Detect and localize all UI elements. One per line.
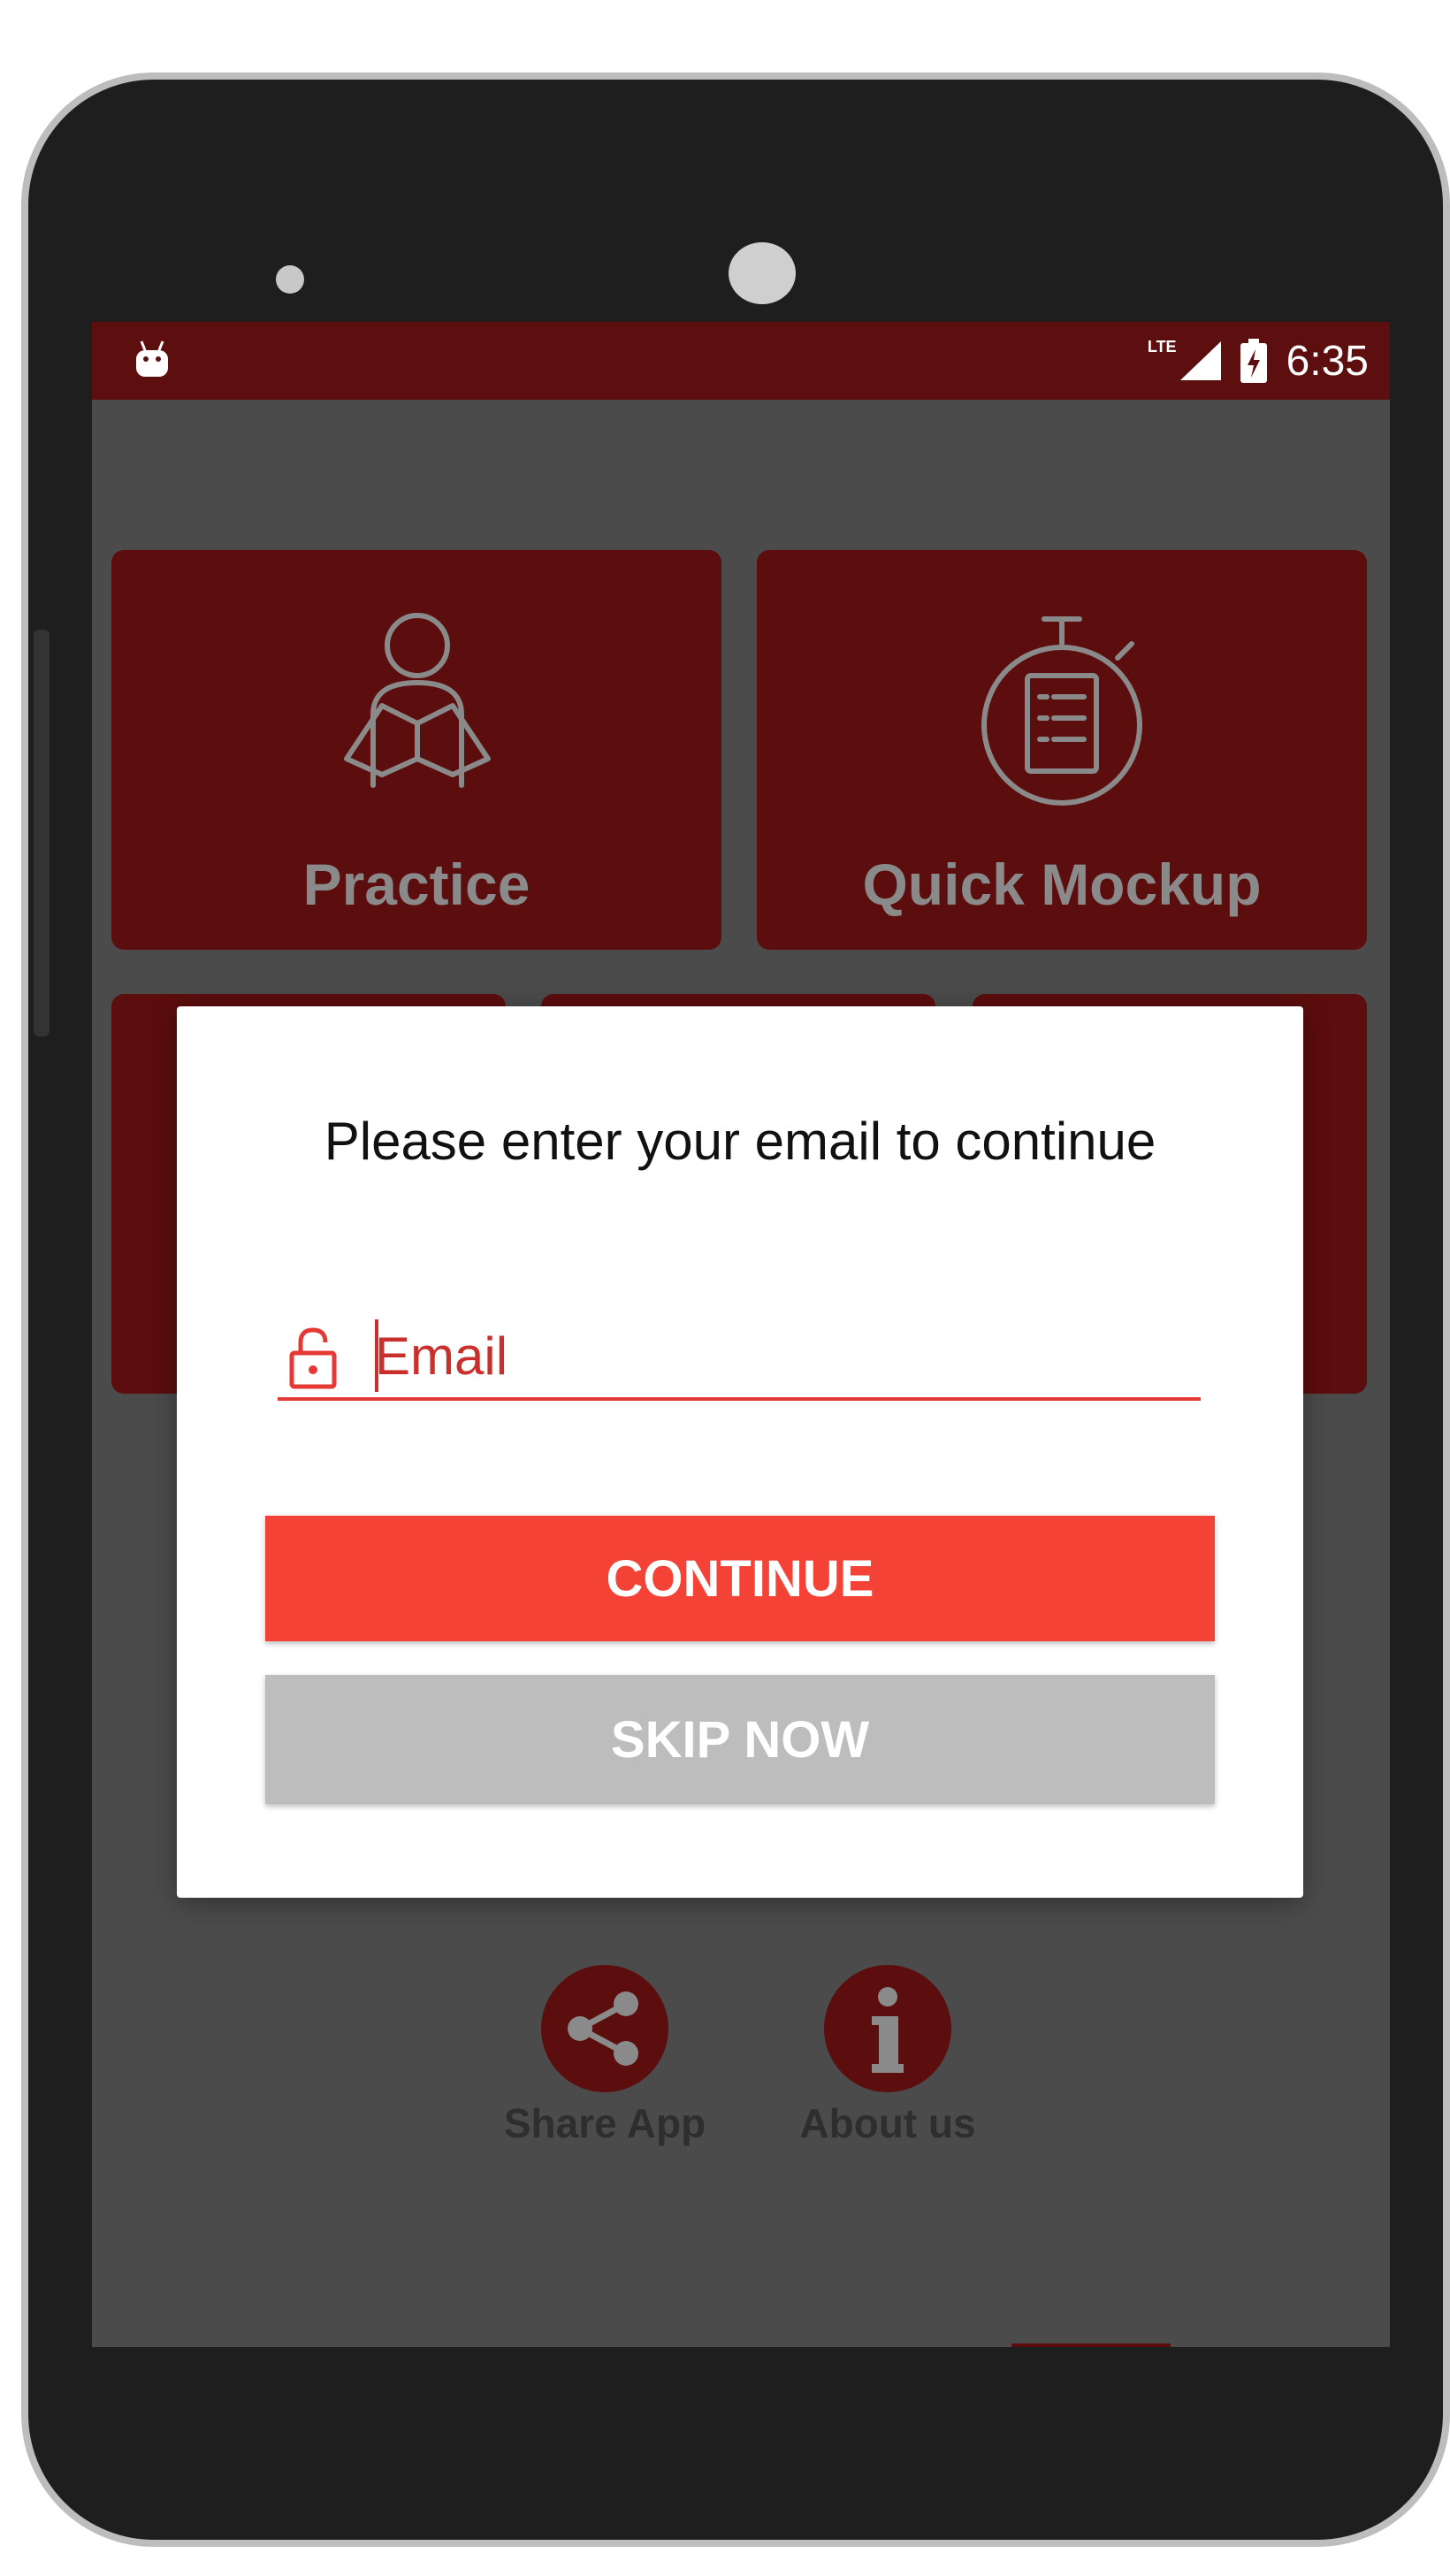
quick-mockup-label: Quick Mockup xyxy=(862,852,1262,917)
clock: 6:35 xyxy=(1286,337,1369,385)
reading-person-icon xyxy=(344,613,491,788)
share-app-label: Share App xyxy=(503,2100,706,2146)
android-notification-icon xyxy=(136,340,168,377)
phone-front-camera xyxy=(729,242,796,304)
bottom-indicator xyxy=(1011,2343,1171,2347)
about-us-button[interactable] xyxy=(824,1965,951,2092)
text-cursor xyxy=(375,1319,378,1392)
dialog-title: Please enter your email to continue xyxy=(324,1112,1156,1171)
network-type: LTE xyxy=(1147,337,1177,355)
share-app-button[interactable] xyxy=(541,1965,668,2092)
email-dialog: Please enter your email to continue CONT… xyxy=(177,1006,1303,1898)
status-icons: LTE 6:35 xyxy=(1148,333,1369,389)
continue-button[interactable]: CONTINUE xyxy=(265,1516,1215,1641)
email-underline xyxy=(278,1397,1201,1401)
phone-sensor xyxy=(276,265,304,294)
signal-icon xyxy=(1179,341,1221,380)
phone-side-button xyxy=(34,630,50,1036)
skip-now-button[interactable]: SKIP NOW xyxy=(265,1675,1215,1804)
share-icon xyxy=(568,1991,638,2066)
info-icon xyxy=(872,1987,904,2073)
battery-charging-icon xyxy=(1240,339,1267,383)
app-screen: LTE 6:35 Practice Quick Mockup Share App… xyxy=(92,322,1390,2347)
lock-icon xyxy=(289,1327,337,1389)
practice-tile[interactable]: Practice xyxy=(111,550,721,950)
status-bar: LTE 6:35 xyxy=(92,322,1390,400)
quick-mockup-tile[interactable]: Quick Mockup xyxy=(757,550,1367,950)
about-us-label: About us xyxy=(799,2100,976,2146)
stopwatch-checklist-icon xyxy=(981,616,1142,806)
email-field[interactable] xyxy=(278,1302,1201,1401)
practice-label: Practice xyxy=(302,852,530,917)
email-input[interactable] xyxy=(375,1325,1188,1387)
